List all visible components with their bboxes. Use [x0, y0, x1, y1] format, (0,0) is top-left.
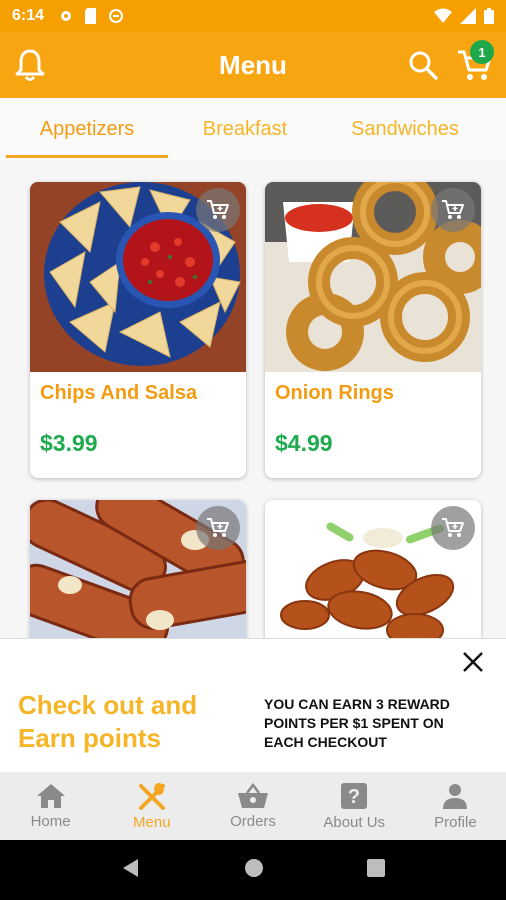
nav-about-us-label: About Us: [323, 813, 386, 831]
app-bar: Menu 1: [0, 32, 506, 98]
notifications-button[interactable]: [14, 48, 46, 87]
add-cart-icon: [442, 200, 464, 219]
add-cart-icon: [207, 200, 229, 219]
nav-menu[interactable]: Menu: [101, 772, 202, 840]
status-left-icons: [58, 8, 124, 24]
status-right-icons: [434, 8, 494, 24]
back-icon: [123, 858, 139, 877]
tab-appetizers[interactable]: Appetizers: [6, 98, 168, 160]
system-navigation-bar: [0, 840, 506, 900]
utensils-icon: [138, 782, 165, 810]
rewards-info: YOU CAN EARN 3 REWARD POINTS PER $1 SPEN…: [264, 696, 450, 750]
status-bar: 6:14: [0, 0, 506, 32]
item-name: Onion Rings: [275, 382, 394, 404]
bell-icon: [15, 49, 45, 81]
menu-item-card[interactable]: [265, 500, 481, 638]
rewards-banner: Check out and Earn points YOU CAN EARN 3…: [0, 638, 506, 772]
bottom-navigation: Home Menu Orders ? About Us Profile: [0, 772, 506, 840]
search-icon: [409, 51, 438, 80]
tab-sandwiches[interactable]: Sandwiches: [334, 98, 476, 160]
add-to-cart-button[interactable]: [196, 188, 240, 232]
item-price: $4.99: [275, 430, 333, 456]
close-banner-button[interactable]: [460, 649, 486, 680]
category-tabs: Appetizers Breakfast Sandwiches: [0, 98, 506, 160]
nav-profile-label: Profile: [434, 813, 477, 831]
status-time: 6:14: [12, 7, 45, 24]
home-circle-icon: [244, 858, 263, 877]
data-saver-icon: [109, 9, 124, 23]
settings-icon: [61, 11, 72, 21]
person-icon: [443, 783, 468, 809]
menu-item-card[interactable]: [30, 500, 246, 638]
cart-count-badge: 1: [470, 40, 494, 64]
signal-icon: [460, 8, 476, 24]
back-button[interactable]: [120, 857, 142, 884]
nav-profile[interactable]: Profile: [405, 772, 506, 840]
menu-item-card[interactable]: Chips And Salsa $3.99: [30, 182, 246, 478]
home-nav-button[interactable]: [243, 857, 265, 884]
page-title: Menu: [219, 49, 287, 80]
add-cart-icon: [207, 518, 229, 537]
nav-about-us[interactable]: ? About Us: [304, 772, 405, 840]
nav-menu-label: Menu: [133, 813, 171, 831]
add-to-cart-button[interactable]: [196, 506, 240, 550]
cart-button[interactable]: 1: [456, 40, 494, 87]
battery-icon: [484, 8, 494, 24]
sd-card-icon: [85, 8, 97, 24]
menu-grid: Chips And Salsa $3.99 Onion Rings $4.99: [0, 160, 506, 638]
add-to-cart-button[interactable]: [431, 506, 475, 550]
recents-button[interactable]: [366, 858, 386, 883]
nav-home[interactable]: Home: [0, 772, 101, 840]
nav-orders[interactable]: Orders: [202, 772, 303, 840]
add-cart-icon: [442, 518, 464, 537]
tab-breakfast[interactable]: Breakfast: [170, 98, 320, 160]
svg-text:?: ?: [348, 786, 360, 808]
help-icon: ?: [341, 782, 368, 809]
rewards-headline: Check out and Earn points: [18, 690, 198, 753]
item-price: $3.99: [40, 430, 98, 456]
add-to-cart-button[interactable]: [431, 188, 475, 232]
close-icon: [463, 652, 483, 672]
home-icon: [36, 783, 65, 808]
basket-icon: [238, 782, 268, 808]
recents-icon: [366, 858, 385, 877]
nav-home-label: Home: [30, 812, 71, 830]
search-button[interactable]: [408, 50, 438, 85]
menu-item-card[interactable]: Onion Rings $4.99: [265, 182, 481, 478]
wifi-icon: [434, 8, 452, 23]
item-name: Chips And Salsa: [40, 382, 198, 404]
nav-orders-label: Orders: [230, 812, 276, 830]
